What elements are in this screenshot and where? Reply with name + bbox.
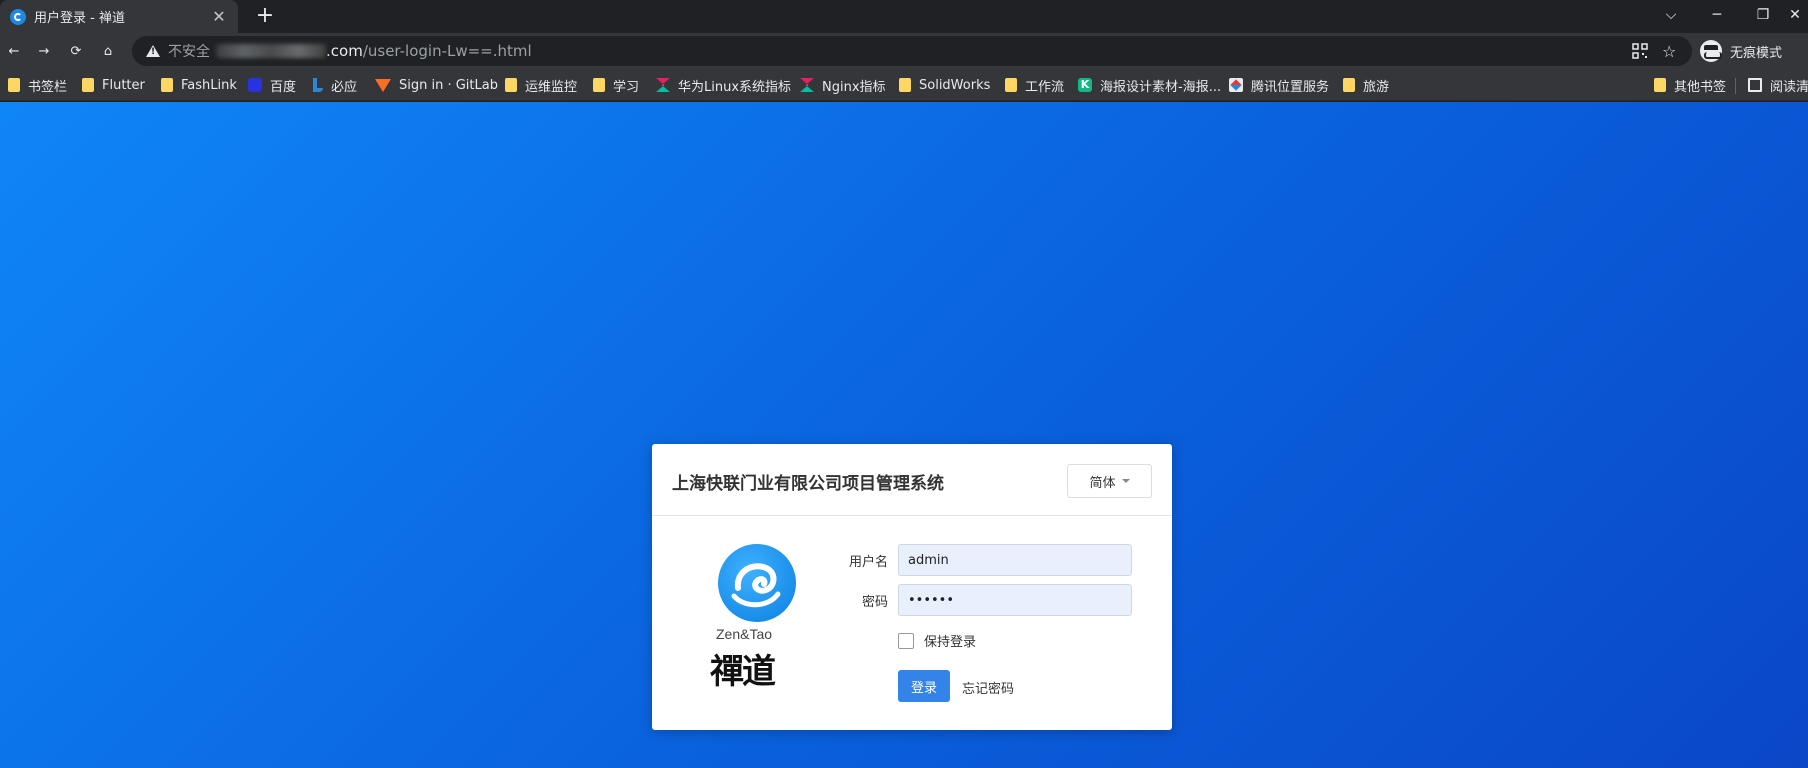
bookmarks-bar: 书签栏 Flutter FashLink 百度 必应 Sign in · Git… bbox=[0, 69, 1808, 101]
forward-button[interactable]: → bbox=[30, 37, 58, 65]
warning-icon[interactable] bbox=[146, 45, 160, 57]
home-button[interactable]: ⌂ bbox=[94, 37, 122, 65]
minimize-button[interactable]: ─ bbox=[1694, 0, 1740, 30]
bookmark-item[interactable]: 百度 bbox=[248, 69, 296, 100]
logo-text-en: Zen&Tao bbox=[716, 626, 773, 642]
close-window-button[interactable]: ✕ bbox=[1782, 0, 1808, 30]
page-background: 上海快联门业有限公司项目管理系统 简体 Zen&Tao 禪道 用户名 admin bbox=[0, 102, 1808, 768]
zabbix-icon bbox=[800, 78, 814, 92]
bookmark-item[interactable]: 腾讯位置服务 bbox=[1229, 69, 1329, 100]
bookmark-star-icon[interactable]: ☆ bbox=[1662, 36, 1676, 66]
folder-icon bbox=[82, 78, 94, 92]
username-input[interactable]: admin bbox=[898, 544, 1132, 576]
keep-login-row[interactable]: 保持登录 bbox=[898, 631, 976, 650]
login-button[interactable]: 登录 bbox=[898, 670, 950, 702]
login-header: 上海快联门业有限公司项目管理系统 简体 bbox=[652, 444, 1172, 516]
address-bar[interactable]: 不安全 .com/user-login-Lw==.html ☆ bbox=[132, 36, 1692, 66]
bookmark-item[interactable]: 学习 bbox=[593, 69, 639, 100]
tencent-map-icon bbox=[1229, 78, 1243, 92]
folder-icon bbox=[899, 78, 911, 92]
username-label: 用户名 bbox=[848, 554, 888, 570]
language-dropdown[interactable]: 简体 bbox=[1067, 464, 1152, 498]
reload-button[interactable]: ⟳ bbox=[62, 37, 90, 65]
bookmark-item[interactable]: SolidWorks bbox=[899, 69, 990, 100]
reading-list-icon bbox=[1748, 78, 1762, 92]
password-row: 密码 •••••• bbox=[822, 584, 1132, 616]
other-bookmarks[interactable]: 其他书签 bbox=[1654, 69, 1726, 100]
password-label: 密码 bbox=[861, 594, 888, 610]
tab-title: 用户登录 - 禅道 bbox=[34, 11, 125, 26]
qr-code-icon[interactable] bbox=[1632, 36, 1648, 66]
folder-icon bbox=[1343, 78, 1355, 92]
tab-strip: 用户登录 - 禅道 ✕ + ⌵ ─ ❐ ✕ bbox=[0, 0, 1808, 33]
browser-toolbar: ← → ⟳ ⌂ 不安全 .com/user-login-Lw==.html ☆ … bbox=[0, 33, 1808, 69]
folder-icon bbox=[593, 78, 605, 92]
caret-down-icon bbox=[1121, 479, 1130, 483]
login-card: 上海快联门业有限公司项目管理系统 简体 Zen&Tao 禪道 用户名 admin bbox=[652, 444, 1172, 730]
bookmark-item[interactable]: 运维监控 bbox=[505, 69, 577, 100]
logo-text-cn: 禪道 bbox=[710, 652, 776, 692]
bookmark-item[interactable]: 工作流 bbox=[1005, 69, 1064, 100]
back-button[interactable]: ← bbox=[0, 37, 28, 65]
folder-icon bbox=[161, 78, 173, 92]
zentao-favicon-icon bbox=[10, 8, 26, 25]
bookmark-item[interactable]: K 海报设计素材-海报... bbox=[1078, 69, 1221, 100]
zentao-logo-icon bbox=[718, 544, 796, 622]
bookmark-item[interactable]: Sign in · GitLab bbox=[375, 69, 498, 100]
tab-search-icon[interactable]: ⌵ bbox=[1648, 0, 1694, 30]
gitlab-icon bbox=[375, 78, 391, 92]
tab-close-icon[interactable]: ✕ bbox=[210, 7, 228, 26]
bookmark-item[interactable]: Nginx指标 bbox=[800, 69, 886, 100]
new-tab-button[interactable]: + bbox=[252, 4, 278, 30]
folder-icon bbox=[1005, 78, 1017, 92]
forgot-password-link[interactable]: 忘记密码 bbox=[962, 678, 1014, 697]
bookmark-item[interactable]: Flutter bbox=[82, 69, 145, 100]
k-icon: K bbox=[1078, 78, 1092, 92]
language-label: 简体 bbox=[1089, 475, 1116, 491]
profile-label: 无痕模式 bbox=[1730, 45, 1783, 61]
bookmark-item[interactable]: 旅游 bbox=[1343, 69, 1389, 100]
reading-list[interactable]: 阅读清 bbox=[1748, 69, 1808, 100]
password-input[interactable]: •••••• bbox=[898, 584, 1132, 616]
zabbix-icon bbox=[656, 78, 670, 92]
bookmark-item[interactable]: 华为Linux系统指标 bbox=[656, 69, 791, 100]
security-label[interactable]: 不安全 bbox=[168, 41, 210, 61]
system-title: 上海快联门业有限公司项目管理系统 bbox=[672, 474, 944, 494]
incognito-icon bbox=[1700, 40, 1722, 62]
redacted-domain bbox=[216, 44, 326, 58]
baidu-icon bbox=[248, 78, 262, 92]
bookmark-separator bbox=[1735, 78, 1736, 94]
folder-icon bbox=[8, 78, 20, 92]
bing-icon bbox=[313, 78, 323, 92]
folder-icon bbox=[1654, 78, 1666, 92]
bookmark-item[interactable]: FashLink bbox=[161, 69, 237, 100]
folder-icon bbox=[505, 78, 517, 92]
url-text[interactable]: .com/user-login-Lw==.html bbox=[326, 42, 532, 60]
zentao-logo: Zen&Tao 禪道 bbox=[710, 544, 830, 704]
restore-button[interactable]: ❐ bbox=[1740, 0, 1786, 30]
keep-login-label[interactable]: 保持登录 bbox=[924, 631, 976, 650]
bookmark-item[interactable]: 必应 bbox=[313, 69, 357, 100]
browser-tab[interactable]: 用户登录 - 禅道 ✕ bbox=[0, 0, 238, 33]
username-row: 用户名 admin bbox=[822, 544, 1132, 576]
bookmark-item[interactable]: 书签栏 bbox=[8, 69, 67, 100]
incognito-profile-button[interactable]: 无痕模式 bbox=[1700, 36, 1782, 66]
keep-login-checkbox[interactable] bbox=[898, 632, 914, 649]
